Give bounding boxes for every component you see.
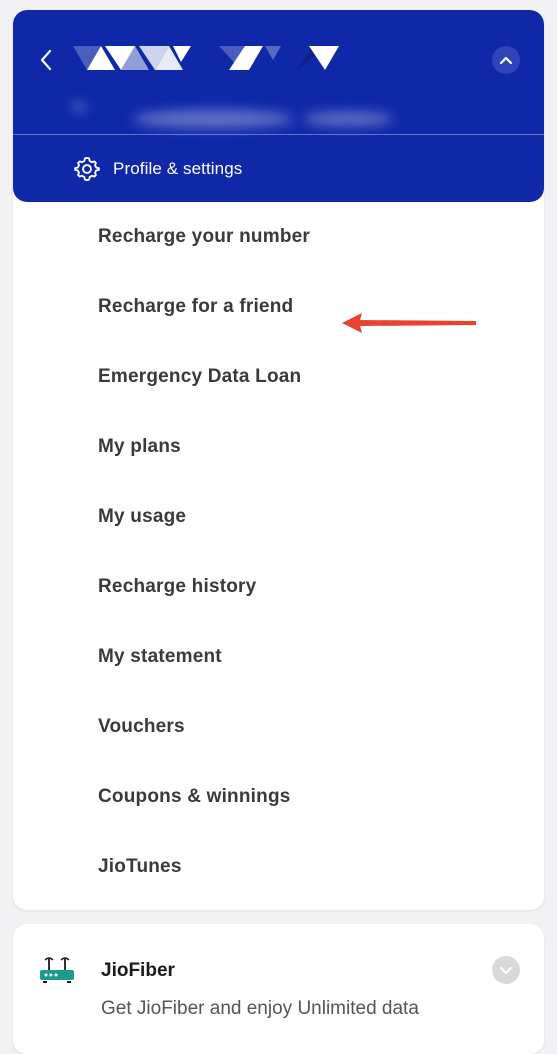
redacted-account-name — [73, 46, 339, 70]
menu-item-label: Recharge history — [98, 576, 257, 597]
account-header: Profile & settings — [13, 10, 544, 202]
chevron-up-icon — [499, 56, 513, 65]
menu-list: Recharge your number Recharge for a frie… — [13, 202, 544, 902]
red-arrow-annotation — [342, 313, 476, 333]
jiofiber-title: JioFiber — [101, 960, 175, 981]
menu-item-label: Emergency Data Loan — [98, 366, 302, 387]
chevron-down-icon — [499, 966, 513, 975]
collapse-button[interactable] — [492, 46, 520, 74]
header-divider — [13, 134, 544, 135]
menu-item-label: My plans — [98, 436, 181, 457]
menu-item-my-usage[interactable]: My usage — [13, 482, 544, 552]
redacted-account-details — [73, 102, 453, 132]
menu-item-my-plans[interactable]: My plans — [13, 412, 544, 482]
profile-settings-label: Profile & settings — [113, 159, 243, 178]
router-icon — [40, 957, 74, 983]
profile-settings-link[interactable]: Profile & settings — [73, 154, 242, 184]
menu-item-coupons-winnings[interactable]: Coupons & winnings — [13, 762, 544, 832]
menu-item-recharge-history[interactable]: Recharge history — [13, 552, 544, 622]
back-button[interactable] — [35, 46, 57, 74]
gear-icon — [74, 156, 100, 182]
expand-button[interactable] — [492, 956, 520, 984]
menu-item-label: Coupons & winnings — [98, 786, 291, 807]
jiofiber-subtitle: Get JioFiber and enjoy Unlimited data — [101, 998, 419, 1019]
menu-item-label: My usage — [98, 506, 187, 527]
menu-item-vouchers[interactable]: Vouchers — [13, 692, 544, 762]
menu-item-label: Recharge for a friend — [98, 296, 294, 317]
menu-item-label: JioTunes — [98, 856, 182, 877]
menu-item-label: Vouchers — [98, 716, 185, 737]
chevron-left-icon — [40, 49, 52, 71]
menu-item-emergency-data-loan[interactable]: Emergency Data Loan — [13, 342, 544, 412]
menu-item-recharge-your-number[interactable]: Recharge your number — [13, 202, 544, 272]
menu-item-jiotunes[interactable]: JioTunes — [13, 832, 544, 902]
menu-item-label: My statement — [98, 646, 222, 667]
jiofiber-card[interactable]: JioFiber Get JioFiber and enjoy Unlimite… — [13, 924, 544, 1054]
menu-item-my-statement[interactable]: My statement — [13, 622, 544, 692]
account-card: Profile & settings Recharge your number … — [13, 10, 544, 910]
menu-item-label: Recharge your number — [98, 226, 310, 247]
